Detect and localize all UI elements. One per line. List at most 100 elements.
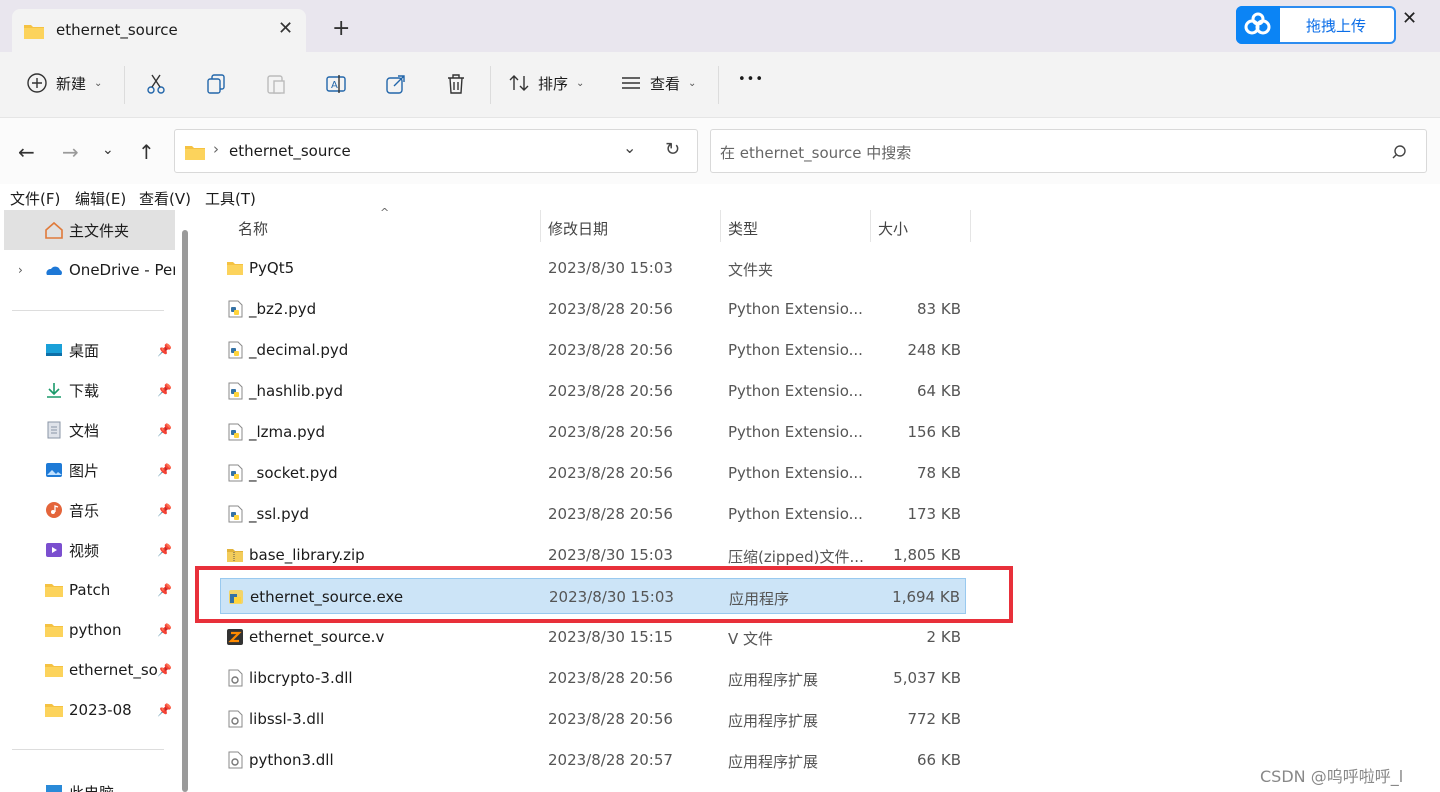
file-row[interactable]: libcrypto-3.dll 2023/8/28 20:56 应用程序扩展 5,03… [220, 660, 966, 696]
file-size: 173 KB [907, 505, 961, 523]
file-row[interactable]: libssl-3.dll 2023/8/28 20:56 应用程序扩展 772 KB [220, 701, 966, 737]
column-header-date[interactable]: 修改日期 [548, 218, 608, 250]
file-row[interactable]: _lzma.pyd 2023/8/28 20:56 Python Extensio.… [220, 414, 966, 450]
column-header-type[interactable]: 类型 [728, 218, 758, 250]
column-divider[interactable] [870, 210, 871, 242]
pin-icon[interactable]: 📌 [157, 343, 172, 357]
sidebar-item-pinned[interactable]: 音乐 📌 [0, 490, 175, 530]
sidebar-item-pinned[interactable]: ethernet_so 📌 [0, 650, 175, 690]
column-divider[interactable] [540, 210, 541, 242]
forward-button[interactable]: → [62, 140, 79, 164]
view-icon [622, 77, 640, 89]
tab-title: ethernet_source [56, 21, 178, 39]
picture-icon [46, 463, 62, 477]
rename-icon[interactable]: A [324, 72, 348, 96]
share-icon[interactable] [384, 72, 408, 96]
sidebar-item-label: 主文件夹 [69, 221, 130, 240]
plus-circle-icon [27, 73, 47, 93]
sidebar-item-pinned[interactable]: 文档 📌 [0, 410, 175, 450]
file-row[interactable]: _ssl.pyd 2023/8/28 20:56 Python Extensio..… [220, 496, 966, 532]
breadcrumb-folder[interactable]: ethernet_source [229, 142, 351, 160]
expand-chevron-icon[interactable]: ⌄ [18, 785, 28, 792]
file-row[interactable]: PyQt5 2023/8/30 15:03 文件夹 [220, 250, 966, 286]
column-header-size[interactable]: 大小 [878, 218, 908, 250]
sidebar-item-pinned[interactable]: 下载 📌 [0, 370, 175, 410]
file-row[interactable]: _decimal.pyd 2023/8/28 20:56 Python Extens… [220, 332, 966, 368]
new-label: 新建 [56, 74, 87, 93]
menu-edit[interactable]: 编辑(E) [75, 188, 126, 209]
baidu-upload-widget[interactable]: 拖拽上传 [1236, 6, 1396, 44]
file-name: _bz2.pyd [249, 300, 317, 318]
file-list: ^ 名称 修改日期 类型 大小 PyQt5 2023/8/30 15:03 文件夹 _… [196, 206, 1440, 792]
pin-icon[interactable]: 📌 [157, 423, 172, 437]
menu-view[interactable]: 查看(V) [139, 188, 191, 209]
sidebar-item-pinned[interactable]: 视频 📌 [0, 530, 175, 570]
music-icon [46, 502, 62, 518]
pin-icon[interactable]: 📌 [157, 503, 172, 517]
address-dropdown-icon[interactable]: ⌄ [623, 138, 636, 157]
folder-icon [45, 624, 63, 637]
file-date: 2023/8/30 15:15 [548, 628, 673, 646]
file-row[interactable]: python3.dll 2023/8/28 20:57 应用程序扩展 66 KB [220, 742, 966, 778]
paste-icon[interactable] [264, 72, 288, 96]
sidebar-item-pinned[interactable]: 桌面 📌 [0, 330, 175, 370]
window-close-icon[interactable]: ✕ [1402, 8, 1417, 29]
highlight-annotation-box [195, 566, 1013, 623]
pin-icon[interactable]: 📌 [157, 543, 172, 557]
back-button[interactable]: ← [18, 140, 35, 164]
file-type: Python Extensio... [728, 341, 863, 359]
toolbar-divider [718, 66, 719, 104]
menu-file[interactable]: 文件(F) [10, 188, 60, 209]
copy-icon[interactable] [204, 72, 228, 96]
sort-ascending-icon: ^ [380, 206, 390, 219]
sidebar-item-pinned[interactable]: 2023-08 📌 [0, 690, 175, 730]
column-header-name[interactable]: 名称 [238, 218, 268, 250]
file-date: 2023/8/28 20:56 [548, 423, 673, 441]
file-row[interactable]: _hashlib.pyd 2023/8/28 20:56 Python Extens… [220, 373, 966, 409]
breadcrumb-separator: › [213, 140, 219, 158]
sidebar-item-pinned[interactable]: 图片 📌 [0, 450, 175, 490]
view-button[interactable]: 查看 ⌄ [620, 72, 696, 94]
pin-icon[interactable]: 📌 [157, 463, 172, 477]
menu-tools[interactable]: 工具(T) [205, 188, 256, 209]
sidebar-item-pinned[interactable]: Patch 📌 [0, 570, 175, 610]
sidebar-item-home[interactable]: 主文件夹 [4, 210, 175, 250]
file-name: _ssl.pyd [249, 505, 309, 523]
file-row[interactable]: _socket.pyd 2023/8/28 20:56 Python Extensi… [220, 455, 966, 491]
pin-icon[interactable]: 📌 [157, 583, 172, 597]
up-button[interactable]: ↑ [138, 140, 155, 164]
column-divider[interactable] [970, 210, 971, 242]
cut-icon[interactable] [144, 72, 168, 96]
sidebar-item-onedrive[interactable]: › OneDrive - Per [0, 250, 175, 290]
new-button[interactable]: 新建 ⌄ [26, 72, 102, 94]
file-date: 2023/8/28 20:56 [548, 505, 673, 523]
expand-chevron-icon[interactable]: › [18, 263, 23, 277]
dll-file-icon [228, 669, 243, 687]
delete-icon[interactable] [444, 72, 468, 96]
close-tab-icon[interactable]: ✕ [278, 18, 293, 39]
sidebar-scrollbar[interactable] [182, 230, 188, 792]
pin-icon[interactable]: 📌 [157, 703, 172, 717]
pin-icon[interactable]: 📌 [157, 383, 172, 397]
tab-ethernet-source[interactable]: ethernet_source ✕ [12, 9, 306, 52]
more-options-button[interactable]: ••• [738, 72, 764, 87]
sort-button[interactable]: 排序 ⌄ [508, 72, 584, 94]
sidebar-item-pinned[interactable]: python 📌 [0, 610, 175, 650]
pin-icon[interactable]: 📌 [157, 623, 172, 637]
file-size: 66 KB [917, 751, 961, 769]
file-row[interactable]: ethernet_source.v 2023/8/30 15:15 V 文件 2 KB [220, 619, 966, 655]
search-box[interactable]: 在 ethernet_source 中搜索 [710, 129, 1427, 173]
file-type: 应用程序扩展 [728, 671, 819, 689]
new-tab-button[interactable]: + [332, 18, 350, 40]
sidebar-item-thispc[interactable]: ⌄ 此电脑 [0, 772, 175, 792]
search-icon[interactable] [1391, 144, 1407, 160]
refresh-icon[interactable]: ↻ [665, 139, 680, 160]
sidebar-divider [12, 749, 164, 750]
pin-icon[interactable]: 📌 [157, 663, 172, 677]
column-divider[interactable] [720, 210, 721, 242]
file-row[interactable]: _bz2.pyd 2023/8/28 20:56 Python Extensio..… [220, 291, 966, 327]
document-icon [47, 421, 61, 439]
recent-locations-button[interactable]: ⌄ [102, 142, 114, 158]
file-date: 2023/8/28 20:56 [548, 382, 673, 400]
address-bar[interactable]: › ethernet_source ⌄ ↻ [174, 129, 698, 173]
